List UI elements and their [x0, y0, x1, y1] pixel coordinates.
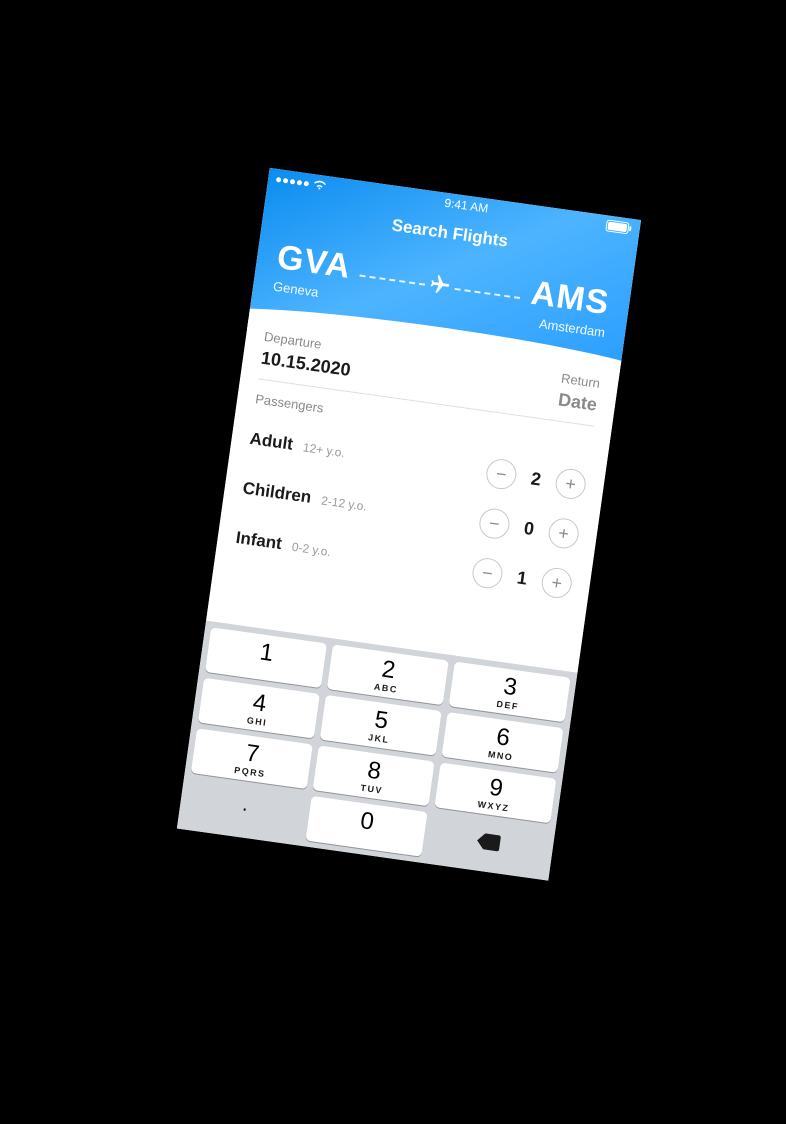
infant-increment-button[interactable]: +: [539, 565, 573, 599]
destination-airport[interactable]: AMS Amsterdam: [526, 273, 612, 339]
plane-icon: [427, 271, 453, 301]
key-9[interactable]: 9WXYZ: [434, 762, 556, 823]
battery-icon: [605, 219, 632, 235]
wifi-icon: [312, 179, 327, 191]
return-value: Date: [556, 389, 598, 415]
key-0[interactable]: 0: [305, 795, 427, 856]
adult-label: Adult: [248, 428, 294, 453]
phone-frame: 9:41 AM Search Flights GVA Geneva AMS Am…: [176, 167, 640, 880]
children-sublabel: 2-12 y.o.: [320, 493, 367, 513]
key-5[interactable]: 5JKL: [319, 694, 441, 755]
adult-decrement-button[interactable]: −: [484, 457, 518, 491]
return-label: Return: [560, 370, 601, 390]
infant-count: 1: [512, 566, 531, 589]
key-2[interactable]: 2ABC: [326, 644, 448, 705]
adult-stepper: − 2 +: [484, 457, 587, 501]
dash-line-left: [359, 274, 425, 285]
children-stepper: − 0 +: [477, 506, 580, 550]
key-3[interactable]: 3DEF: [448, 661, 570, 722]
children-count: 0: [519, 517, 538, 540]
search-form: Departure 10.15.2020 Return Date Passeng…: [206, 318, 620, 672]
infant-decrement-button[interactable]: −: [470, 556, 504, 590]
key-8[interactable]: 8TUV: [312, 745, 434, 806]
status-left: [275, 173, 327, 190]
infant-label: Infant: [234, 527, 282, 552]
key-1[interactable]: 1: [204, 627, 326, 688]
key-7[interactable]: 7PQRS: [190, 728, 312, 789]
children-label: Children: [241, 478, 312, 506]
infant-stepper: − 1 +: [470, 556, 573, 600]
status-time: 9:41 AM: [443, 195, 489, 215]
return-field[interactable]: Return Date: [556, 370, 600, 415]
flight-path: [357, 262, 521, 311]
adult-count: 2: [526, 467, 545, 490]
children-decrement-button[interactable]: −: [477, 506, 511, 540]
key-period[interactable]: .: [183, 778, 305, 839]
key-4[interactable]: 4GHI: [197, 677, 319, 738]
origin-code: GVA: [274, 238, 353, 287]
infant-sublabel: 0-2 y.o.: [290, 539, 331, 558]
key-delete[interactable]: [427, 813, 549, 874]
backspace-icon: [473, 831, 502, 857]
departure-field[interactable]: Departure 10.15.2020: [259, 328, 354, 380]
key-6[interactable]: 6MNO: [441, 712, 563, 773]
dash-line-right: [454, 287, 520, 298]
adult-sublabel: 12+ y.o.: [302, 440, 346, 460]
adult-increment-button[interactable]: +: [553, 466, 587, 500]
children-increment-button[interactable]: +: [546, 516, 580, 550]
signal-dots-icon: [275, 176, 308, 186]
origin-airport[interactable]: GVA Geneva: [272, 238, 353, 304]
